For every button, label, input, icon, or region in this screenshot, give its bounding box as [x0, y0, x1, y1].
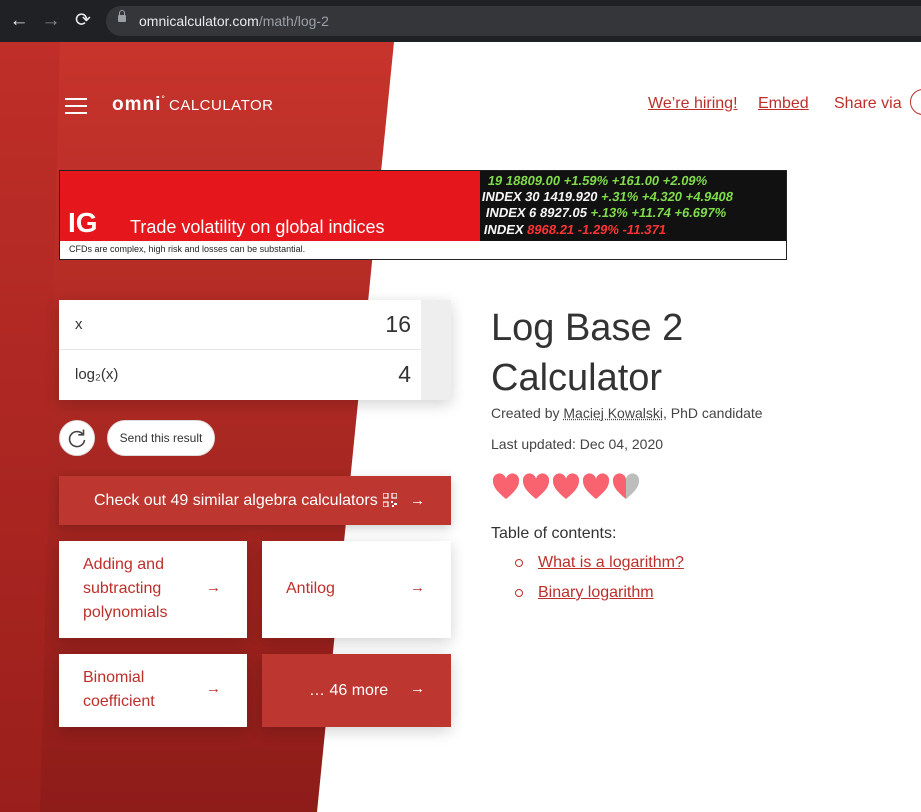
- input-value[interactable]: 4: [398, 361, 411, 388]
- input-label: x: [75, 316, 83, 333]
- back-arrow-icon[interactable]: ←: [7, 9, 31, 33]
- toc-title: Table of contents:: [491, 525, 617, 542]
- reload-icon[interactable]: ⟳: [71, 9, 95, 33]
- rating-hearts[interactable]: [492, 471, 642, 501]
- qr-code-icon: [383, 493, 397, 507]
- page-title: Log Base 2 Calculator: [491, 307, 684, 399]
- related-calculator-tile[interactable]: Adding and subtracting polynomials →: [59, 541, 247, 638]
- bullet-icon: [515, 559, 523, 567]
- hiring-link[interactable]: We’re hiring!: [648, 95, 738, 113]
- heart-icon[interactable]: [613, 473, 639, 499]
- more-calculators-tile[interactable]: … 46 more →: [262, 654, 451, 727]
- reload-icon: [68, 429, 86, 448]
- heart-icon[interactable]: [522, 473, 550, 499]
- heart-icon[interactable]: [492, 473, 520, 499]
- ad-stock-image: 19 18809.00 +1.59% +161.00 +2.09% INDEX …: [480, 171, 786, 241]
- input-label: log₂(x): [75, 366, 119, 383]
- hamburger-icon[interactable]: [65, 98, 87, 114]
- input-row-x[interactable]: x 16: [59, 300, 421, 350]
- author-line: Created by Maciej Kowalski, PhD candidat…: [491, 405, 763, 421]
- similar-calculators-button[interactable]: Check out 49 similar algebra calculators…: [59, 476, 451, 525]
- input-value[interactable]: 16: [385, 311, 411, 338]
- address-bar[interactable]: omnicalculator.com/math/log-2: [106, 6, 921, 36]
- heart-icon[interactable]: [582, 473, 610, 499]
- similar-label: Check out 49 similar algebra calculators: [94, 492, 378, 509]
- related-calculator-tile[interactable]: Binomial coefficient →: [59, 654, 247, 727]
- embed-link[interactable]: Embed: [758, 95, 809, 113]
- browser-toolbar: ← → ⟳ omnicalculator.com/math/log-2: [0, 0, 921, 42]
- arrow-right-icon: →: [410, 492, 425, 509]
- url-text: omnicalculator.com/math/log-2: [139, 13, 329, 29]
- arrow-right-icon: →: [206, 579, 221, 596]
- last-updated: Last updated: Dec 04, 2020: [491, 436, 664, 452]
- share-label[interactable]: Share via: [834, 95, 902, 113]
- bullet-icon: [515, 589, 523, 597]
- heart-icon[interactable]: [552, 473, 580, 499]
- scrollbar[interactable]: [421, 300, 451, 400]
- omni-logo[interactable]: omni° CALCULATOR: [112, 94, 273, 116]
- ad-headline: Trade volatility on global indices: [130, 217, 385, 237]
- input-row-log2[interactable]: log₂(x) 4: [59, 350, 421, 399]
- reload-calculator-button[interactable]: [59, 420, 95, 456]
- toc-link[interactable]: What is a logarithm?: [538, 554, 684, 572]
- arrow-right-icon: →: [410, 680, 425, 697]
- ad-logo: IG: [68, 207, 98, 238]
- calculator-card: x 16 log₂(x) 4: [59, 300, 451, 400]
- related-calculator-tile[interactable]: Antilog →: [262, 541, 451, 638]
- author-link[interactable]: Maciej Kowalski: [563, 405, 663, 421]
- send-result-button[interactable]: Send this result: [107, 420, 215, 456]
- ad-disclaimer: CFDs are complex, high risk and losses c…: [69, 244, 306, 254]
- arrow-right-icon: →: [206, 680, 221, 697]
- ad-banner[interactable]: 19 18809.00 +1.59% +161.00 +2.09% INDEX …: [59, 170, 787, 260]
- arrow-right-icon: →: [410, 579, 425, 596]
- toc-link[interactable]: Binary logarithm: [538, 584, 654, 602]
- lock-icon: [118, 10, 126, 22]
- forward-arrow-icon[interactable]: →: [39, 9, 63, 33]
